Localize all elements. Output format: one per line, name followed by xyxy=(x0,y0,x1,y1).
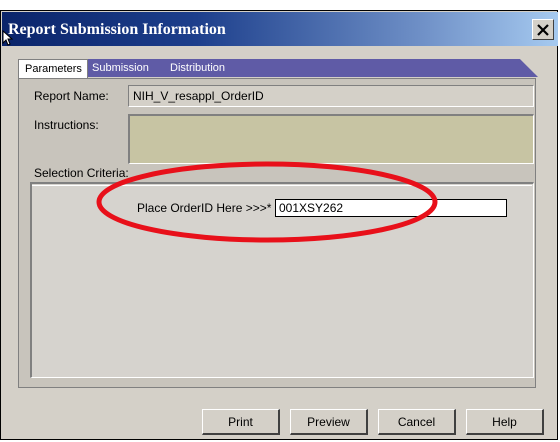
print-button[interactable]: Print xyxy=(202,409,280,435)
title-bar: Report Submission Information xyxy=(2,12,558,46)
help-button[interactable]: Help xyxy=(466,409,544,435)
mouse-pointer-icon xyxy=(2,30,14,46)
tab-submission[interactable]: Submission xyxy=(92,59,149,77)
tab-strip: Parameters Submission Distribution xyxy=(18,59,538,79)
cancel-button[interactable]: Cancel xyxy=(378,409,456,435)
report-name-label: Report Name: xyxy=(34,89,109,103)
close-icon xyxy=(537,23,549,36)
window-title: Report Submission Information xyxy=(8,21,226,38)
criteria-divider xyxy=(32,185,532,186)
instructions-field xyxy=(128,114,534,164)
selection-criteria-label: Selection Criteria: xyxy=(34,166,129,180)
tab-parameters[interactable]: Parameters xyxy=(18,59,88,79)
close-button[interactable] xyxy=(532,19,554,40)
tab-distribution[interactable]: Distribution xyxy=(170,59,225,77)
orderid-prompt: Place OrderID Here >>>* xyxy=(137,201,272,215)
tab-strip-background xyxy=(86,59,538,77)
orderid-input[interactable]: 001XSY262 xyxy=(275,199,507,217)
report-name-field: NIH_V_resappl_OrderID xyxy=(128,85,534,107)
instructions-label: Instructions: xyxy=(34,118,99,132)
preview-button[interactable]: Preview xyxy=(290,409,368,435)
